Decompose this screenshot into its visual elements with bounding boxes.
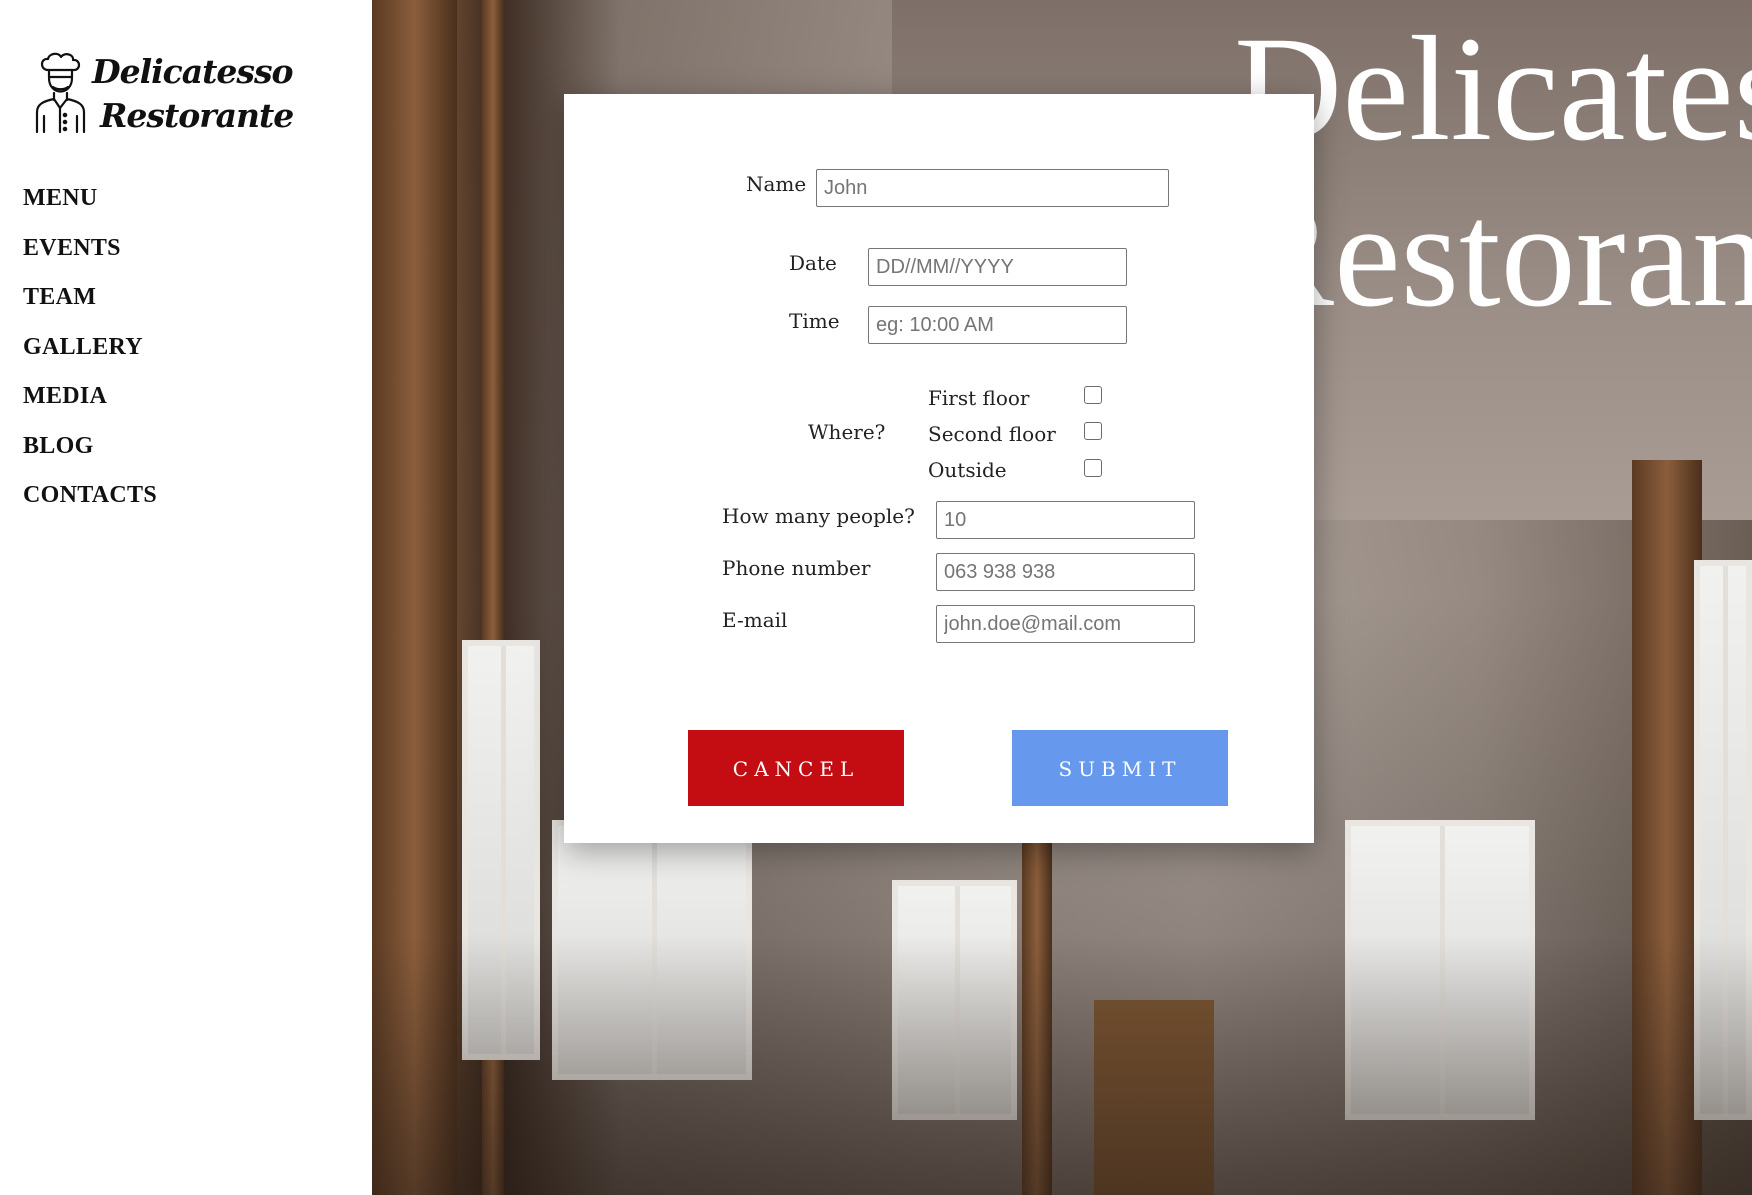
brand-line2: Restorante [100, 96, 294, 135]
email-label: E-mail [722, 608, 788, 632]
main-nav: MENU EVENTS TEAM GALLERY MEDIA BLOG CONT… [23, 180, 157, 527]
nav-item-menu[interactable]: MENU [23, 180, 157, 230]
name-label: Name [746, 172, 807, 196]
submit-button[interactable]: SUBMIT [1012, 730, 1228, 806]
brand-logo[interactable]: Delicatesso Restorante [34, 50, 294, 140]
where-outside-checkbox[interactable] [1084, 459, 1102, 477]
where-option-first-floor-label: First floor [928, 386, 1030, 410]
nav-item-gallery[interactable]: GALLERY [23, 329, 157, 379]
phone-label: Phone number [722, 556, 871, 580]
nav-item-events[interactable]: EVENTS [23, 230, 157, 280]
nav-item-team[interactable]: TEAM [23, 279, 157, 329]
time-input[interactable] [868, 306, 1127, 344]
nav-item-blog[interactable]: BLOG [23, 428, 157, 478]
date-label: Date [789, 251, 837, 275]
where-option-second-floor-label: Second floor [928, 422, 1056, 446]
brand-line1: Delicatesso [92, 52, 294, 91]
hero-floor-shadow [372, 935, 1752, 1195]
nav-item-media[interactable]: MEDIA [23, 378, 157, 428]
date-input[interactable] [868, 248, 1127, 286]
where-first-floor-checkbox[interactable] [1084, 386, 1102, 404]
nav-item-contacts[interactable]: CONTACTS [23, 477, 157, 527]
email-input[interactable] [936, 605, 1195, 643]
people-label: How many people? [722, 504, 915, 528]
name-input[interactable] [816, 169, 1169, 207]
phone-input[interactable] [936, 553, 1195, 591]
where-option-outside-label: Outside [928, 458, 1007, 482]
where-second-floor-checkbox[interactable] [1084, 422, 1102, 440]
reservation-modal: Name Date Time Where? First floor Second… [564, 94, 1314, 843]
sidebar: Delicatesso Restorante MENU EVENTS TEAM … [0, 0, 372, 1195]
chef-icon [35, 52, 86, 134]
people-input[interactable] [936, 501, 1195, 539]
cancel-button[interactable]: CANCEL [688, 730, 904, 806]
brand-name: Delicatesso Restorante [92, 50, 294, 138]
where-label: Where? [808, 420, 886, 444]
time-label: Time [789, 309, 840, 333]
